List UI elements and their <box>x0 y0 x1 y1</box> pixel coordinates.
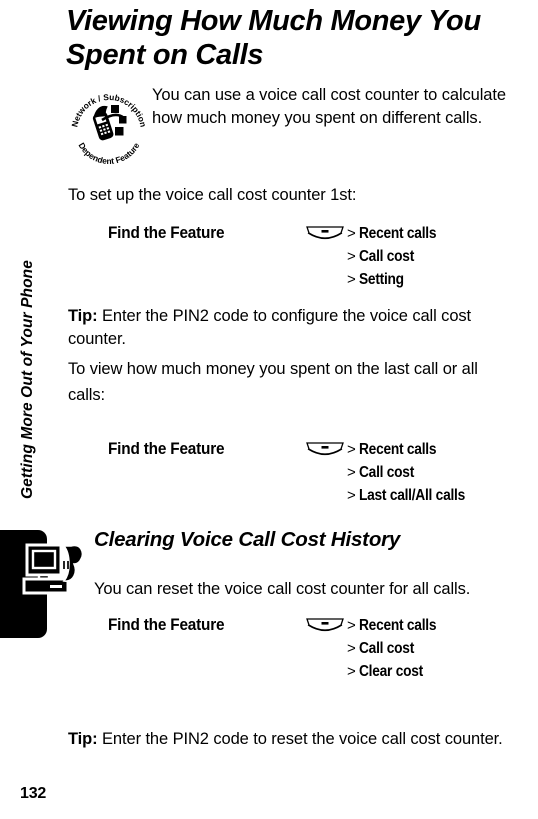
tip-2-text: Enter the PIN2 code to reset the voice c… <box>97 730 503 748</box>
menu-path-label: Recent calls <box>358 617 436 634</box>
section-paragraph: You can reset the voice call cost counte… <box>94 580 471 598</box>
find-the-feature-label: Find the Feature <box>108 616 225 634</box>
menu-path-item[interactable]: > Last call/All calls <box>347 484 537 507</box>
menu-path-label: Clear cost <box>358 663 423 680</box>
chapter-rail: Getting More Out of Your Phone <box>0 170 46 530</box>
menu-path-label: Call cost <box>358 248 414 265</box>
find-the-feature-items: > Recent calls > Call cost > Clear cost <box>347 614 537 683</box>
menu-path-item[interactable]: > Clear cost <box>347 660 537 683</box>
menu-path-item[interactable]: > Recent calls <box>347 222 537 245</box>
chevron-right-icon: > <box>347 663 356 680</box>
svg-text:Dependent Feature: Dependent Feature <box>77 141 142 166</box>
menu-soft-key-icon[interactable] <box>304 617 346 637</box>
menu-path-label: Call cost <box>358 464 414 481</box>
menu-soft-key-icon[interactable] <box>304 225 346 245</box>
badge-ring-bottom-text: Dependent Feature <box>77 141 142 166</box>
chevron-right-icon: > <box>347 464 356 481</box>
menu-path-label: Setting <box>358 271 404 288</box>
chevron-right-icon: > <box>347 271 356 288</box>
menu-path-label: Last call/All calls <box>358 487 465 504</box>
tip-1: Tip: Enter the PIN2 code to configure th… <box>68 305 530 350</box>
chevron-right-icon: > <box>347 248 356 265</box>
menu-path-label: Recent calls <box>358 225 436 242</box>
find-the-feature-label: Find the Feature <box>108 440 225 458</box>
page-title: Viewing How Much Money You Spent on Call… <box>66 5 481 71</box>
tip-1-prefix: Tip: <box>68 307 98 325</box>
tip-2: Tip: Enter the PIN2 code to reset the vo… <box>68 728 518 751</box>
chevron-right-icon: > <box>347 441 356 458</box>
chevron-right-icon: > <box>347 617 356 634</box>
find-the-feature-items: > Recent calls > Call cost > Last call/All … <box>347 438 537 507</box>
view-line-b: calls: <box>68 386 105 404</box>
page-number: 132 <box>20 785 47 802</box>
tip-1-text: Enter the PIN2 code to configure the voi… <box>68 307 472 348</box>
chevron-right-icon: > <box>347 640 356 657</box>
network-subscription-dependent-feature-badge: Network / Subscription Dependent Feature <box>66 86 152 172</box>
chevron-right-icon: > <box>347 225 356 242</box>
menu-path-label: Recent calls <box>358 441 436 458</box>
menu-path-item[interactable]: > Setting <box>347 268 537 291</box>
menu-path-item[interactable]: > Call cost <box>347 461 537 484</box>
chevron-right-icon: > <box>347 487 356 504</box>
menu-soft-key-icon[interactable] <box>304 441 346 461</box>
menu-path-item[interactable]: > Recent calls <box>347 614 537 637</box>
find-the-feature-items: > Recent calls > Call cost > Setting <box>347 222 537 291</box>
tip-2-prefix: Tip: <box>68 730 98 748</box>
intro-line: To set up the voice call cost counter 1s… <box>68 186 357 204</box>
menu-path-label: Call cost <box>358 640 414 657</box>
page-content: Viewing How Much Money You Spent on Call… <box>66 0 538 748</box>
badge-paragraph: You can use a voice call cost counter to… <box>152 86 506 127</box>
section-heading: Clearing Voice Call Cost History <box>94 528 401 551</box>
menu-path-item[interactable]: > Call cost <box>347 245 537 268</box>
menu-path-item[interactable]: > Call cost <box>347 637 537 660</box>
chapter-rail-label: Getting More Out of Your Phone <box>19 260 36 499</box>
find-the-feature-label: Find the Feature <box>108 224 225 242</box>
menu-path-item[interactable]: > Recent calls <box>347 438 537 461</box>
computer-phone-icon <box>22 543 88 605</box>
view-line-a: To view how much money you spent on the … <box>68 360 478 378</box>
badge-paragraph-wrap: You can use a voice call cost counter to… <box>152 84 538 129</box>
